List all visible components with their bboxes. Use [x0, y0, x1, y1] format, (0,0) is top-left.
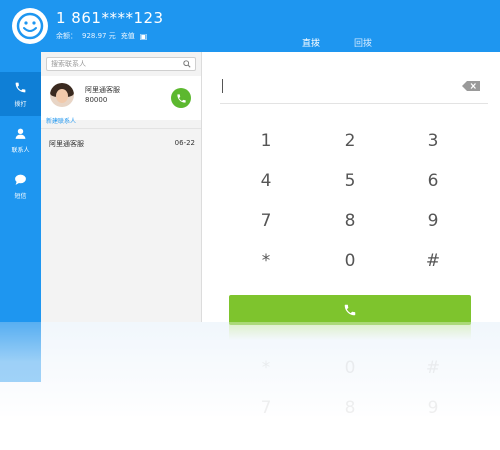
- reflection-key: 7: [260, 398, 272, 418]
- balance-label: 余额：: [56, 32, 77, 40]
- nav-label-dial: 拨打: [14, 100, 27, 108]
- reflection-nav: [0, 322, 41, 362]
- dialer-app: 1 861****123 余额： 928.97 元 充值 ▣ 直拨 回拨 拨打 …: [0, 0, 500, 450]
- chat-icon: [14, 173, 27, 189]
- reflection-key: 9: [427, 398, 439, 418]
- user-phone-number: 1 861****123: [56, 9, 164, 27]
- phone-icon: [344, 304, 356, 316]
- nav-item-sms[interactable]: 短信: [0, 164, 41, 208]
- key-8[interactable]: 8: [310, 204, 390, 238]
- contacts-panel: 搜索联系人 阿里通客服 80000 新建联系人 阿里通客服 06-22: [41, 52, 202, 322]
- contact-name: 阿里通客服: [85, 86, 120, 94]
- key-0[interactable]: 0: [310, 244, 390, 278]
- dial-number-input[interactable]: [220, 76, 488, 104]
- nav-label-sms: 短信: [14, 192, 27, 200]
- contact-call-button[interactable]: [171, 88, 191, 108]
- recent-call-date: 06-22: [174, 139, 195, 147]
- nav-item-contacts[interactable]: 联系人: [0, 118, 41, 162]
- text-caret: [222, 79, 223, 93]
- recent-call-name: 阿里通客服: [49, 140, 84, 148]
- phone-icon: [14, 81, 27, 97]
- phone-icon: [176, 93, 186, 103]
- key-3[interactable]: 3: [393, 124, 473, 158]
- call-button[interactable]: [229, 295, 471, 325]
- reflection-key: *: [261, 358, 271, 378]
- divider: [41, 128, 201, 129]
- search-placeholder: 搜索联系人: [51, 60, 86, 68]
- reflection-key: 8: [344, 398, 356, 418]
- add-contact-link[interactable]: 新建联系人: [46, 116, 76, 125]
- key-5[interactable]: 5: [310, 164, 390, 198]
- key-9[interactable]: 9: [393, 204, 473, 238]
- key-star[interactable]: *: [226, 244, 306, 278]
- balance-value: 928.97 元: [82, 32, 116, 40]
- key-hash[interactable]: #: [393, 244, 473, 278]
- nav-label-contacts: 联系人: [11, 146, 30, 154]
- recharge-card-icon[interactable]: ▣: [140, 32, 148, 41]
- window-reflection: * 0 # 7 8 9: [0, 322, 500, 450]
- key-1[interactable]: 1: [226, 124, 306, 158]
- recharge-link[interactable]: 充值: [121, 31, 135, 41]
- search-icon[interactable]: [183, 60, 191, 68]
- key-6[interactable]: 6: [393, 164, 473, 198]
- reflection-key: 0: [344, 358, 356, 378]
- key-4[interactable]: 4: [226, 164, 306, 198]
- header-bar: 1 861****123 余额： 928.97 元 充值 ▣ 直拨 回拨: [0, 0, 500, 57]
- key-7[interactable]: 7: [226, 204, 306, 238]
- smiley-logo-icon: [16, 12, 44, 40]
- reflection-key: #: [425, 358, 441, 378]
- tab-direct-dial[interactable]: 直拨: [300, 36, 322, 57]
- contact-card[interactable]: 阿里通客服 80000: [41, 76, 201, 120]
- nav-item-dial[interactable]: 拨打: [0, 72, 41, 116]
- search-input[interactable]: 搜索联系人: [46, 57, 196, 71]
- app-logo: [12, 8, 48, 44]
- backspace-icon[interactable]: [462, 81, 480, 91]
- contact-number: 80000: [85, 96, 108, 104]
- reflection-call-bar: [229, 322, 471, 340]
- key-2[interactable]: 2: [310, 124, 390, 158]
- avatar: [50, 83, 74, 107]
- dial-area: 1 2 3 4 5 6 7 8 9 * 0 #: [202, 52, 500, 325]
- person-icon: [14, 127, 27, 143]
- balance-row: 余额： 928.97 元 充值 ▣: [56, 31, 147, 41]
- recent-call-item[interactable]: 阿里通客服 06-22: [41, 136, 201, 152]
- tab-callback[interactable]: 回拨: [352, 36, 374, 52]
- call-mode-tabs: 直拨 回拨: [300, 36, 374, 57]
- reflection-keys: * 0 # 7 8 9: [220, 358, 490, 438]
